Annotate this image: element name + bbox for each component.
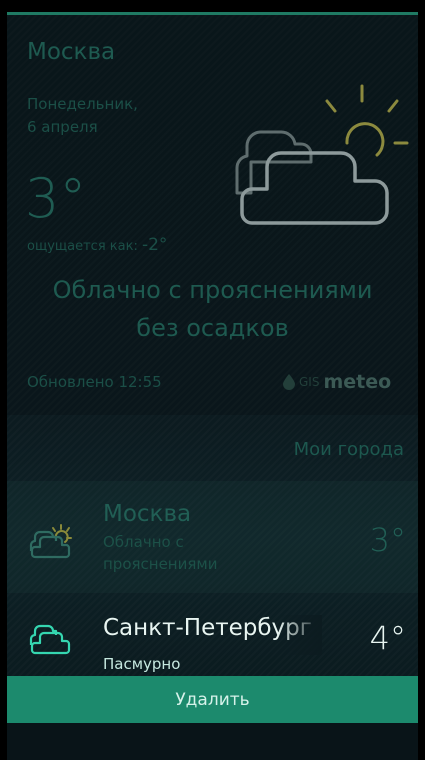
- my-cities-header: Мои города: [293, 439, 404, 460]
- current-date: Понедельник, 6 апреля: [27, 93, 138, 139]
- partly-cloudy-icon: [235, 84, 409, 225]
- weather-app-screen: Москва Понедельник, 6 апреля 3° ощущаетс…: [7, 12, 418, 760]
- brand-gis: GIS: [299, 375, 320, 389]
- current-temperature: 3°: [25, 167, 87, 230]
- text-fade-overlay: [277, 615, 322, 655]
- city-temperature: 3°: [369, 521, 406, 559]
- current-condition: Облачно с прояснениями без осадков: [7, 271, 418, 347]
- condition-line-2: без осадков: [136, 314, 289, 342]
- updated-time: Обновлено 12:55: [27, 373, 162, 391]
- city-name: Москва: [103, 501, 192, 527]
- condition-line-1: Облачно с прояснениями: [52, 276, 373, 304]
- feels-like: ощущается как: -2°: [27, 235, 167, 255]
- drop-icon: [283, 374, 295, 390]
- bottom-area: [7, 723, 418, 760]
- delete-button[interactable]: Удалить: [7, 676, 418, 723]
- gismeteo-logo: GIS meteo: [283, 371, 391, 393]
- overcast-icon: [29, 624, 71, 655]
- feels-like-label: ощущается как:: [27, 239, 138, 254]
- city-row-saint-petersburg[interactable]: Санкт-Петербург Пасмурно 4°: [7, 605, 418, 675]
- current-date-value: 6 апреля: [27, 118, 98, 136]
- city-condition: Облачно с прояснениями: [103, 533, 218, 573]
- brand-meteo: meteo: [323, 371, 392, 393]
- city-row-moscow[interactable]: Москва Облачно с прояснениями 3°: [7, 481, 418, 593]
- current-day: Понедельник,: [27, 95, 138, 113]
- current-city-name: Москва: [27, 39, 116, 65]
- city-temperature: 4°: [369, 619, 406, 657]
- partly-cloudy-icon: [29, 524, 72, 559]
- feels-like-value: -2°: [141, 235, 168, 255]
- city-condition: Пасмурно: [103, 655, 181, 673]
